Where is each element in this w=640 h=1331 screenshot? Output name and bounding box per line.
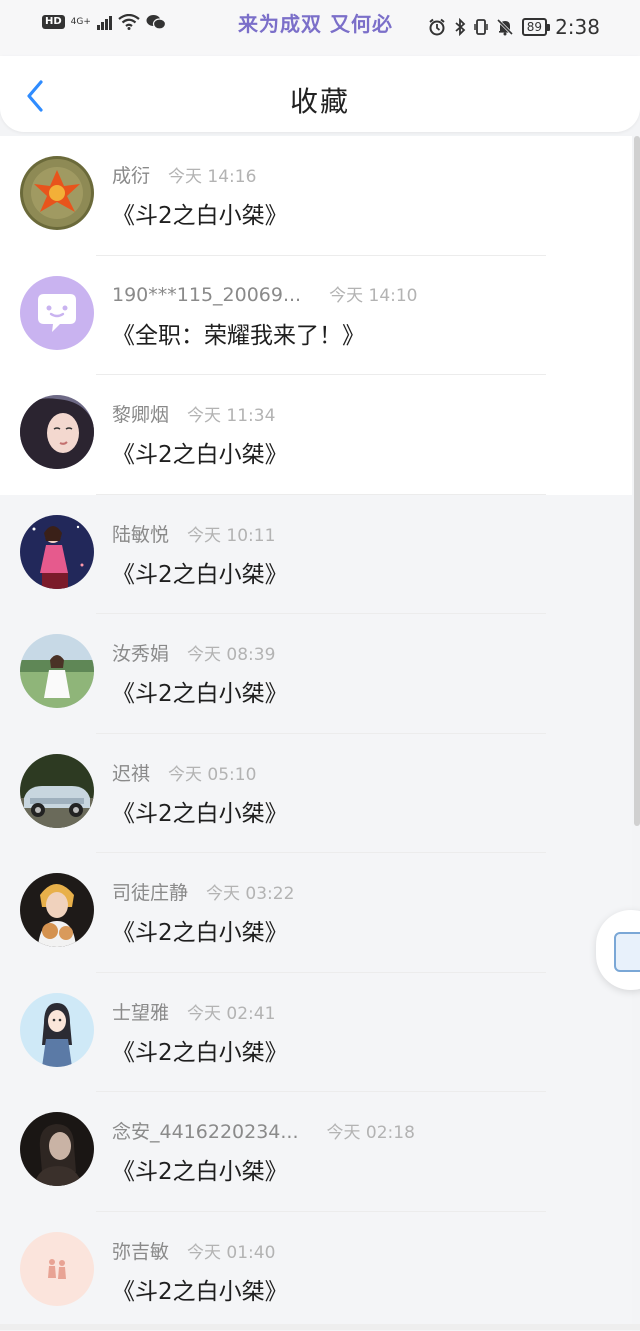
avatar[interactable] [20,156,94,230]
avatar[interactable] [20,873,94,947]
signal-icon [97,14,112,30]
list-item[interactable]: 士望雅 今天 02:41 《斗2之白小桀》 [0,973,632,1093]
avatar[interactable] [20,1112,94,1186]
list-item[interactable]: 弥吉敏 今天 01:40 《斗2之白小桀》 [0,1212,632,1331]
page-header: 收藏 [0,56,640,132]
avatar[interactable] [20,1232,94,1306]
list-item[interactable]: 汝秀娟 今天 08:39 《斗2之白小桀》 [0,614,632,734]
list-item[interactable]: 司徒庄静 今天 03:22 《斗2之白小桀》 [0,853,632,973]
hd-badge: HD [42,15,65,29]
avatar[interactable] [20,634,94,708]
timestamp: 今天 14:10 [329,281,417,306]
list-item[interactable]: 190***115_20069... 今天 14:10 《全职：荣耀我来了！》 [0,256,632,376]
assistant-icon [614,932,640,972]
book-title[interactable]: 《斗2之白小桀》 [112,913,288,947]
username: 士望雅 [112,998,169,1025]
marquee-text: 来为成双 又何必 [238,8,393,37]
alarm-icon [428,18,446,36]
list-item[interactable]: 念安_4416220234... 今天 02:18 《斗2之白小桀》 [0,1092,632,1212]
favorites-list: 成衍 今天 14:16 《斗2之白小桀》 190***115_20069... … [0,136,632,1331]
bluetooth-icon [454,18,466,36]
clock: 2:38 [555,15,600,39]
scrollbar[interactable] [634,136,640,826]
list-item[interactable]: 成衍 今天 14:16 《斗2之白小桀》 [0,136,632,256]
timestamp: 今天 05:10 [168,760,256,785]
list-item[interactable]: 陆敏悦 今天 10:11 《斗2之白小桀》 [0,495,632,615]
username: 汝秀娟 [112,639,169,666]
timestamp: 今天 10:11 [187,521,275,546]
timestamp: 今天 08:39 [187,640,275,665]
list-item[interactable]: 迟祺 今天 05:10 《斗2之白小桀》 [0,734,632,854]
username: 司徒庄静 [112,878,188,905]
book-title[interactable]: 《斗2之白小桀》 [112,196,288,230]
timestamp: 今天 14:16 [168,162,256,187]
book-title[interactable]: 《斗2之白小桀》 [112,435,288,469]
status-left: HD 4G+ [42,14,166,30]
bottom-edge [0,1324,640,1330]
username: 弥吉敏 [112,1237,169,1264]
book-title[interactable]: 《斗2之白小桀》 [112,674,288,708]
status-bar: HD 4G+ 来为成双 又何必 89 2:38 [0,0,640,56]
username: 成衍 [112,161,150,188]
network-label: 4G+ [71,17,91,27]
wifi-icon [118,14,140,30]
vibrate-icon [474,18,488,36]
username: 迟祺 [112,759,150,786]
username: 黎卿烟 [112,400,169,427]
book-title[interactable]: 《斗2之白小桀》 [112,1152,288,1186]
book-title[interactable]: 《全职：荣耀我来了！》 [112,316,365,350]
book-title[interactable]: 《斗2之白小桀》 [112,794,288,828]
book-title[interactable]: 《斗2之白小桀》 [112,1272,288,1306]
list-item[interactable]: 黎卿烟 今天 11:34 《斗2之白小桀》 [0,375,632,495]
status-right: 89 2:38 [428,15,600,39]
page-title: 收藏 [0,80,640,120]
avatar[interactable] [20,395,94,469]
avatar[interactable] [20,993,94,1067]
book-title[interactable]: 《斗2之白小桀》 [112,555,288,589]
wechat-icon [146,14,166,30]
timestamp: 今天 11:34 [187,401,275,426]
avatar[interactable] [20,276,94,350]
battery-indicator: 89 [522,18,547,36]
username: 陆敏悦 [112,520,169,547]
mute-bell-icon [496,18,514,36]
username: 190***115_20069... [112,284,301,306]
timestamp: 今天 01:40 [187,1238,275,1263]
book-title[interactable]: 《斗2之白小桀》 [112,1033,288,1067]
username: 念安_4416220234... [112,1117,299,1144]
timestamp: 今天 02:18 [327,1118,415,1143]
timestamp: 今天 02:41 [187,999,275,1024]
avatar[interactable] [20,754,94,828]
avatar[interactable] [20,515,94,589]
timestamp: 今天 03:22 [206,879,294,904]
